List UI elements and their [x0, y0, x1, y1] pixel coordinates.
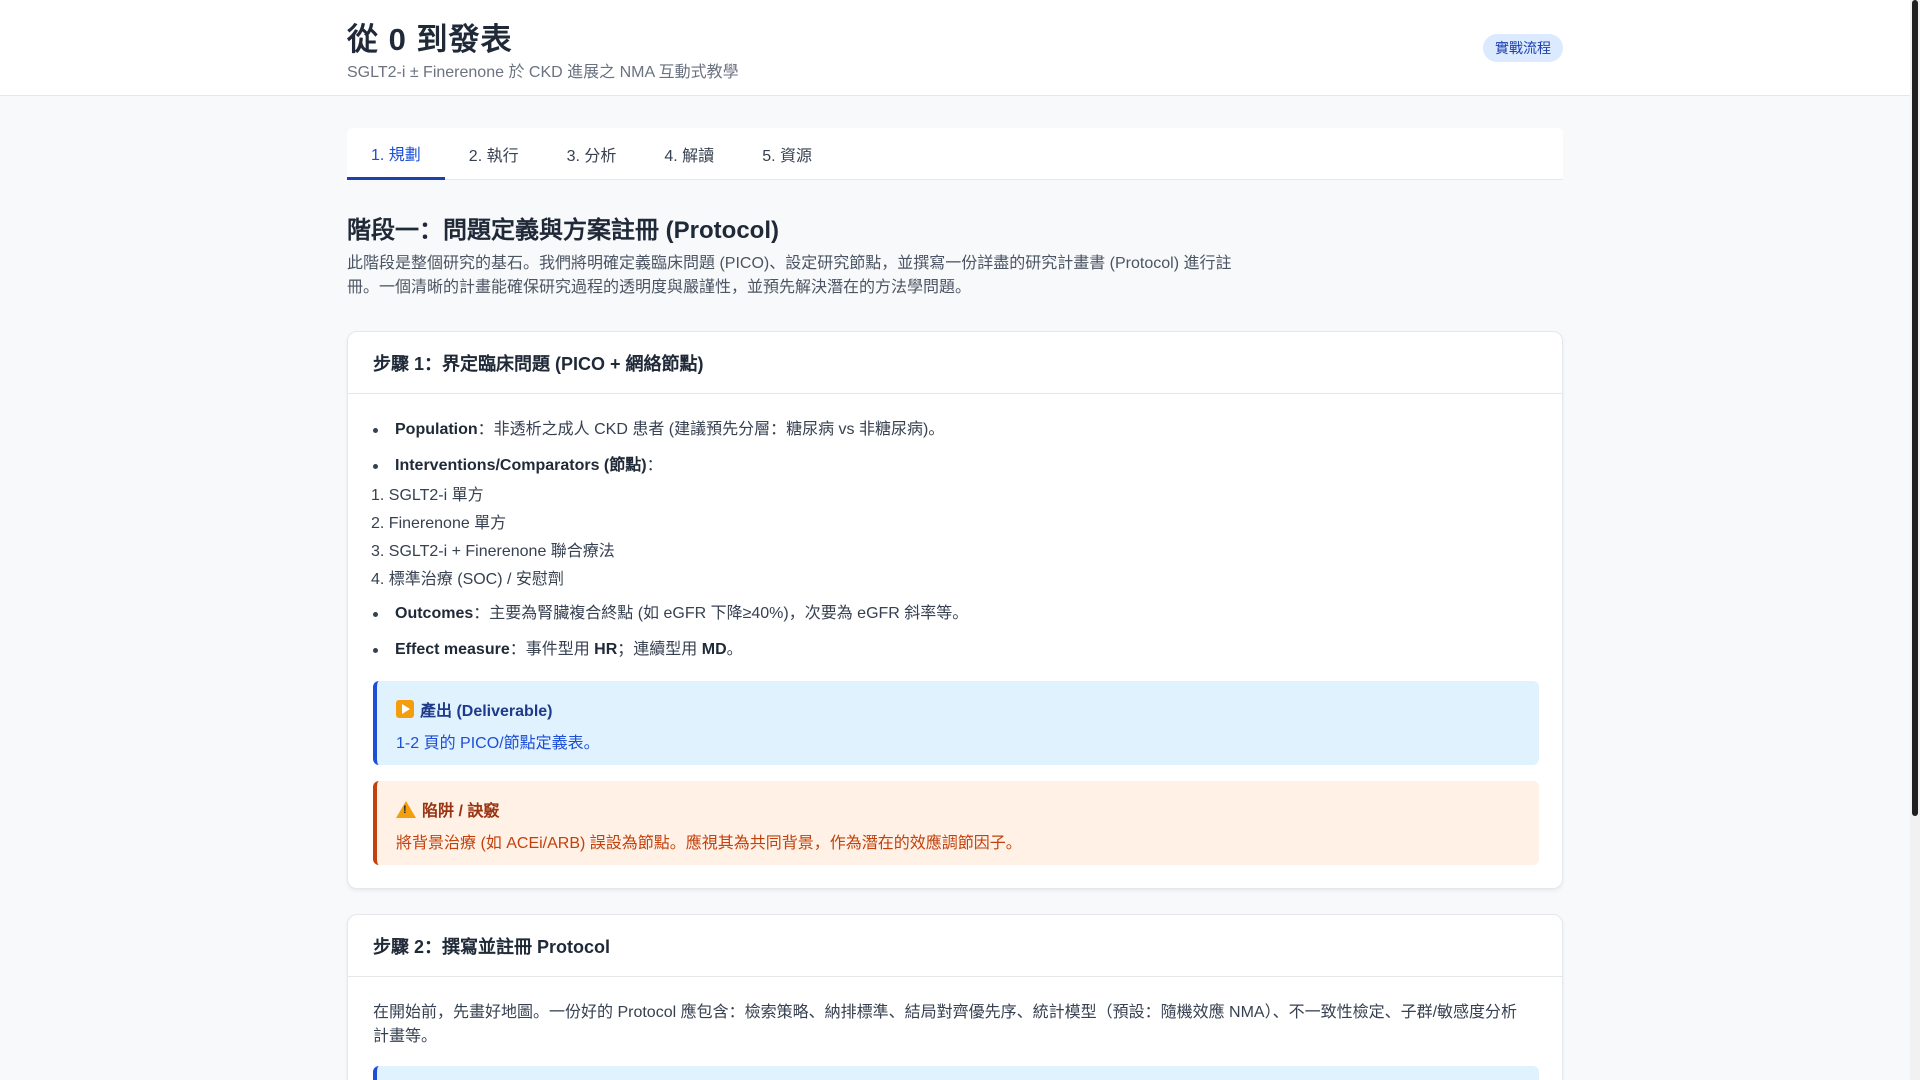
tab-resources[interactable]: 5. 資源: [738, 128, 836, 180]
tab-interpretation[interactable]: 4. 解讀: [640, 128, 738, 180]
page-title: 階段一：問題定義與方案註冊 (Protocol): [347, 217, 779, 244]
page-description: 此階段是整個研究的基石。我們將明確定義臨床問題 (PICO)、設定研究節點，並撰…: [347, 255, 1232, 296]
deliverable-callout: 產出 (Deliverable) 1-2 頁的 PICO/節點定義表。: [373, 681, 1539, 765]
deliverable-title: 產出 (Deliverable): [420, 703, 553, 720]
tab-analysis[interactable]: 3. 分析: [543, 128, 641, 180]
list-item: Population：非透析之成人 CKD 患者 (建議預先分層：糖尿病 vs …: [373, 418, 1533, 442]
effect-measure-label: Effect measure: [395, 641, 510, 658]
pitfall-body: 將背景治療 (如 ACEi/ARB) 誤設為節點。應視其為共同背景，作為潛在的效…: [396, 835, 1022, 852]
outcomes-label: Outcomes: [395, 605, 474, 622]
population-label: Population: [395, 421, 478, 438]
list-item: Effect measure：事件型用 HR；連續型用 MD。: [373, 638, 1533, 662]
tab-planning[interactable]: 1. 規劃: [347, 128, 445, 180]
app-subtitle: SGLT2-i ± Finerenone 於 CKD 進展之 NMA 互動式教學: [347, 64, 739, 81]
node-list: 1. SGLT2-i 單方 2. Finerenone 單方 3. SGLT2-…: [351, 482, 1533, 594]
step-card-title: 步驟 1：界定臨床問題 (PICO + 網絡節點): [348, 332, 1562, 394]
population-text: ：非透析之成人 CKD 患者 (建議預先分層：糖尿病 vs 非糖尿病)。: [477, 421, 945, 438]
status-badge: 實戰流程: [1483, 34, 1563, 62]
interventions-label: Interventions/Comparators (節點): [395, 457, 647, 474]
step-card-title: 步驟 2：撰寫並註冊 Protocol: [348, 915, 1562, 977]
top-header: 從 0 到發表 SGLT2-i ± Finerenone 於 CKD 進展之 N…: [0, 0, 1910, 96]
effect-md: MD: [701, 641, 727, 658]
scrollbar-thumb[interactable]: [1912, 0, 1918, 816]
step-card-body: 在開始前，先畫好地圖。一份好的 Protocol 應包含：檢索策略、納排標準、結…: [373, 1004, 1518, 1045]
list-item: Interventions/Comparators (節點)：: [373, 454, 1533, 478]
step-card: 步驟 2：撰寫並註冊 Protocol 在開始前，先畫好地圖。一份好的 Prot…: [347, 914, 1563, 1080]
tab-execution[interactable]: 2. 執行: [445, 128, 543, 180]
play-icon: [396, 700, 414, 718]
app-title: 從 0 到發表: [347, 22, 513, 57]
pico-list: Population：非透析之成人 CKD 患者 (建議預先分層：糖尿病 vs …: [371, 418, 1533, 674]
effect-text-2: ；連續型用: [617, 641, 702, 658]
pitfall-title: 陷阱 / 訣竅: [422, 803, 500, 820]
effect-hr: HR: [594, 641, 618, 658]
list-item: 4. 標準治療 (SOC) / 安慰劑: [371, 571, 564, 588]
list-item: 1. SGLT2-i 單方: [371, 487, 484, 504]
effect-text-3: 。: [726, 641, 743, 658]
step-tabs: 1. 規劃 2. 執行 3. 分析 4. 解讀 5. 資源: [347, 128, 1563, 180]
list-item: 3. SGLT2-i + Finerenone 聯合療法: [371, 543, 615, 560]
interventions-suffix: ：: [646, 457, 663, 474]
deliverable-body: 1-2 頁的 PICO/節點定義表。: [396, 735, 600, 752]
outcomes-text: ：主要為腎臟複合終點 (如 eGFR 下降≥40%)，次要為 eGFR 斜率等。: [473, 605, 969, 622]
effect-text-1: ：事件型用: [509, 641, 595, 658]
list-item: 2. Finerenone 單方: [371, 515, 507, 532]
pitfall-callout: 陷阱 / 訣竅 將背景治療 (如 ACEi/ARB) 誤設為節點。應視其為共同背…: [373, 781, 1539, 865]
deliverable-callout: [373, 1066, 1539, 1080]
step-card: 步驟 1：界定臨床問題 (PICO + 網絡節點) Population：非透析…: [347, 331, 1563, 889]
list-item: Outcomes：主要為腎臟複合終點 (如 eGFR 下降≥40%)，次要為 e…: [373, 602, 1533, 626]
warning-icon: [396, 800, 416, 818]
